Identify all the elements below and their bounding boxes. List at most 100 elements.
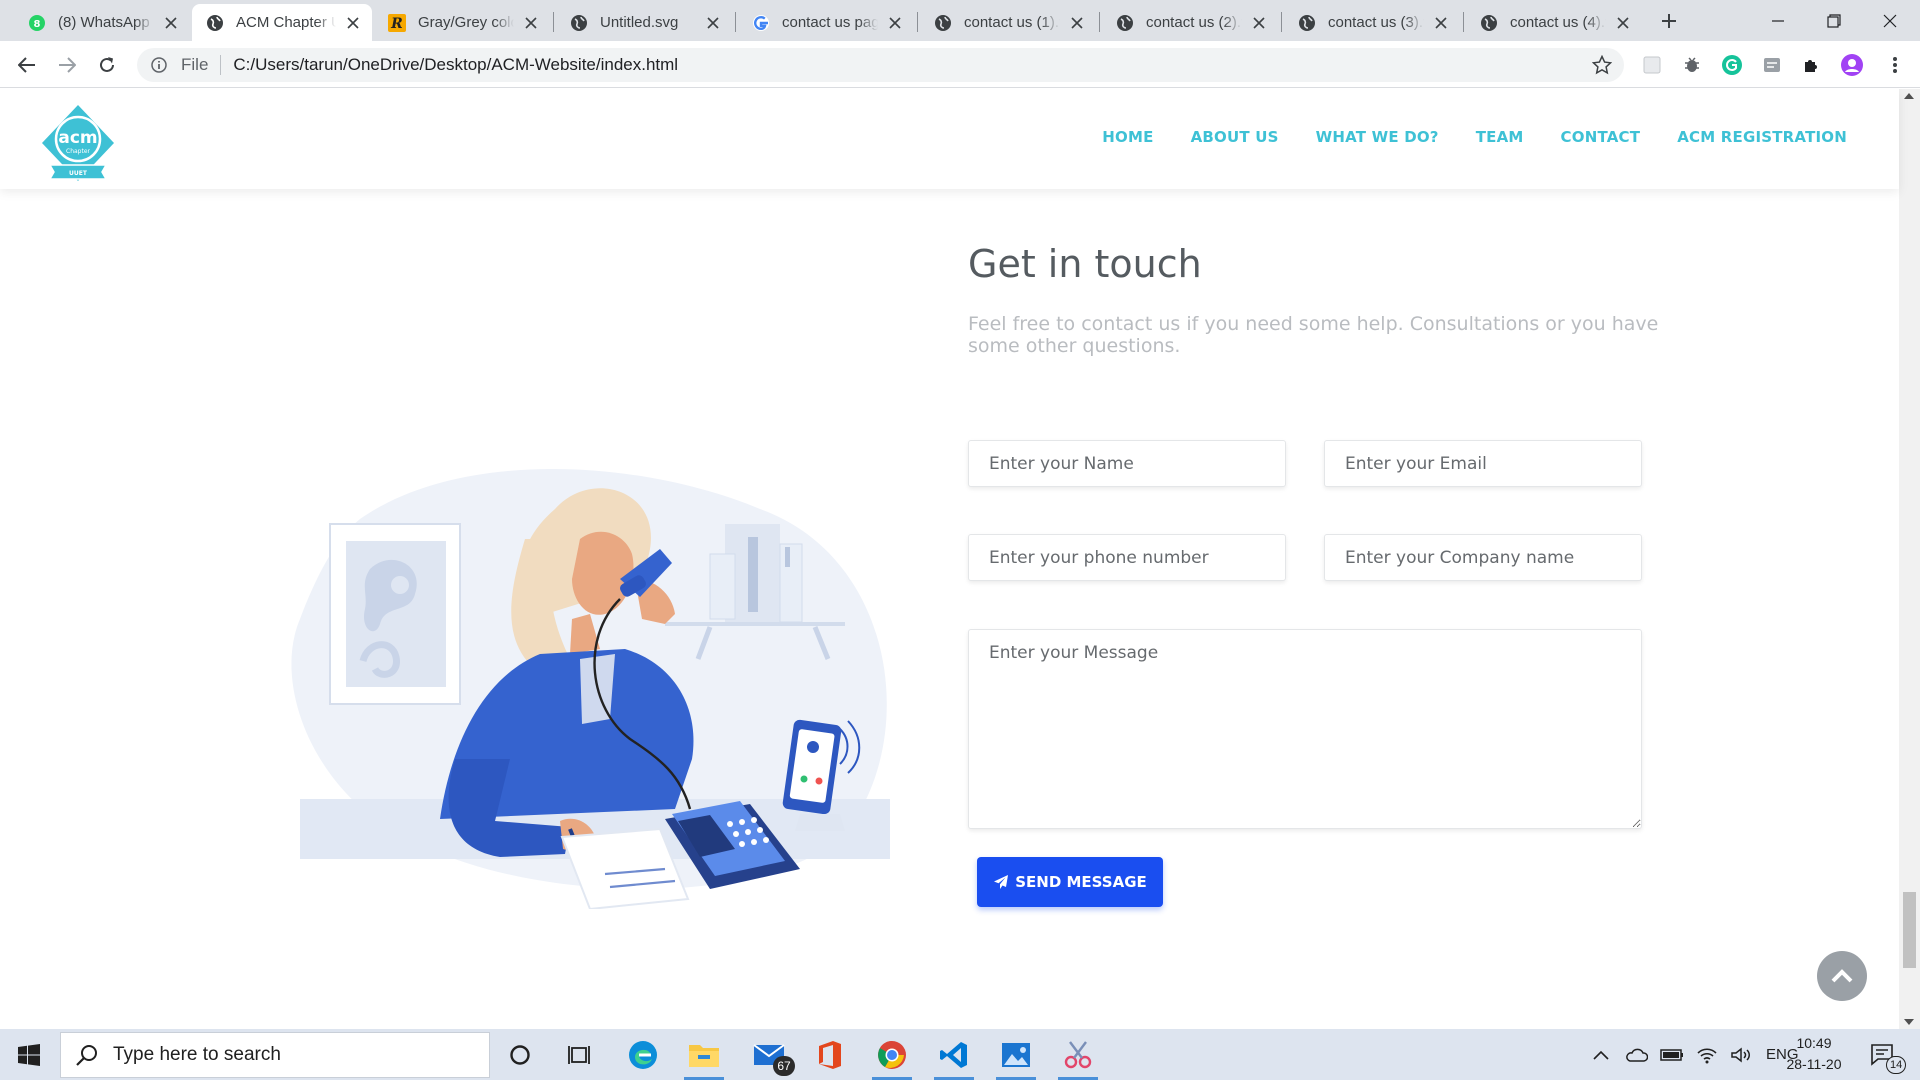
send-message-label: SEND MESSAGE <box>1015 873 1147 891</box>
extensions-puzzle-icon[interactable] <box>1800 53 1824 77</box>
cortana-circle-icon <box>510 1044 530 1065</box>
tab-acm-chapter[interactable]: ACM Chapter U <box>192 4 372 41</box>
globe-icon <box>206 14 224 32</box>
taskbar-vscode[interactable] <box>926 1032 982 1080</box>
omnibox-divider <box>220 55 222 75</box>
taskbar-photos[interactable] <box>988 1032 1044 1080</box>
name-input[interactable] <box>968 440 1286 487</box>
wifi-icon[interactable] <box>1696 1046 1718 1064</box>
logo-acm-text: acm <box>58 128 97 148</box>
restore-icon <box>1827 13 1841 28</box>
system-clock[interactable]: 10:49 28-11-20 <box>1778 1033 1850 1075</box>
taskbar-office[interactable] <box>802 1032 858 1077</box>
reload-button[interactable] <box>91 49 123 81</box>
nav-contact[interactable]: CONTACT <box>1561 128 1641 146</box>
message-textarea[interactable] <box>968 629 1642 829</box>
company-input[interactable] <box>1324 534 1642 581</box>
onedrive-cloud-icon[interactable] <box>1624 1047 1648 1063</box>
vertical-scrollbar[interactable] <box>1899 89 1920 1029</box>
logo-ribbon-text: UUET <box>69 170 88 177</box>
nav-acm-registration[interactable]: ACM REGISTRATION <box>1677 128 1847 146</box>
close-tab-icon[interactable] <box>1250 14 1268 32</box>
browser-menu-icon[interactable] <box>1883 53 1907 77</box>
tab-untitled-svg[interactable]: Untitled.svg <box>556 4 732 41</box>
volume-icon[interactable] <box>1730 1046 1752 1064</box>
cortana-button[interactable] <box>492 1032 548 1077</box>
svg-text:R: R <box>390 16 403 32</box>
phone-input[interactable] <box>968 534 1286 581</box>
taskbar-file-explorer[interactable] <box>676 1032 732 1080</box>
office-icon <box>819 1040 841 1069</box>
tab-contact-us-page[interactable]: contact us pag <box>738 4 914 41</box>
address-bar[interactable]: File C:/Users/tarun/OneDrive/Desktop/ACM… <box>137 48 1624 82</box>
taskbar-snipping-tool[interactable] <box>1050 1032 1106 1080</box>
extension-blank-icon[interactable] <box>1640 53 1664 77</box>
nav-team[interactable]: TEAM <box>1476 128 1524 146</box>
close-tab-icon[interactable] <box>886 14 904 32</box>
reader-extension-icon[interactable] <box>1760 53 1784 77</box>
edge-icon <box>629 1040 657 1069</box>
taskbar-mail[interactable]: 67 <box>742 1032 798 1077</box>
tab-title: contact us (3).v <box>1328 14 1424 31</box>
nav-about-us[interactable]: ABOUT US <box>1191 128 1279 146</box>
star-icon[interactable] <box>1592 55 1612 75</box>
info-icon[interactable] <box>149 55 169 75</box>
tab-whatsapp[interactable]: 8 (8) WhatsApp <box>14 4 190 41</box>
scrollbar-thumb[interactable] <box>1903 892 1916 968</box>
tab-contact-us-2[interactable]: contact us (2).v <box>1102 4 1278 41</box>
bug-extension-icon[interactable] <box>1680 53 1704 77</box>
battery-icon[interactable] <box>1660 1048 1684 1062</box>
reload-icon <box>100 57 114 72</box>
task-view-button[interactable] <box>552 1032 608 1077</box>
tab-contact-us-4[interactable]: contact us (4).v <box>1466 4 1642 41</box>
close-tab-icon[interactable] <box>1432 14 1450 32</box>
arrow-right-icon <box>59 57 76 73</box>
globe-icon <box>1116 14 1134 32</box>
email-input[interactable] <box>1324 440 1642 487</box>
tab-gray-grey[interactable]: R Gray/Grey colo <box>374 4 550 41</box>
nav-what-we-do[interactable]: WHAT WE DO? <box>1316 128 1439 146</box>
svg-text:8: 8 <box>34 19 41 30</box>
globe-icon <box>1298 14 1316 32</box>
new-tab-button[interactable] <box>1656 8 1682 34</box>
grammarly-icon[interactable] <box>1720 53 1744 77</box>
close-window-button[interactable] <box>1862 0 1918 41</box>
url-text: C:/Users/tarun/OneDrive/Desktop/ACM-Webs… <box>233 55 679 74</box>
close-tab-icon[interactable] <box>162 14 180 32</box>
close-tab-icon[interactable] <box>1614 14 1632 32</box>
site-header: acm Chapter UUET HOME ABOUT US WHAT WE D… <box>0 89 1899 189</box>
scheme-label: File <box>181 55 209 74</box>
tab-divider <box>1281 12 1282 32</box>
minimize-button[interactable] <box>1750 0 1806 41</box>
scroll-up-arrow-icon[interactable] <box>1904 93 1914 99</box>
taskbar-edge[interactable] <box>615 1032 671 1077</box>
page-viewport: acm Chapter UUET HOME ABOUT US WHAT WE D… <box>0 89 1920 1029</box>
contact-illustration <box>280 429 910 911</box>
tab-contact-us-3[interactable]: contact us (3).v <box>1284 4 1460 41</box>
close-tab-icon[interactable] <box>704 14 722 32</box>
close-tab-icon[interactable] <box>522 14 540 32</box>
scroll-down-arrow-icon[interactable] <box>1904 1019 1914 1025</box>
globe-icon <box>570 14 588 32</box>
forward-button[interactable] <box>51 49 83 81</box>
tab-title: ACM Chapter U <box>236 14 336 31</box>
browser-toolbar: File C:/Users/tarun/OneDrive/Desktop/ACM… <box>0 41 1920 88</box>
task-view-icon <box>568 1045 590 1064</box>
profile-avatar[interactable] <box>1840 53 1864 77</box>
taskbar-search-box[interactable]: Type here to search <box>60 1032 490 1078</box>
close-tab-icon[interactable] <box>344 14 362 32</box>
tab-contact-us-1[interactable]: contact us (1).v <box>920 4 1096 41</box>
action-center-button[interactable]: 14 <box>1858 1032 1908 1077</box>
chevron-up-icon[interactable] <box>1592 1048 1610 1062</box>
back-button[interactable] <box>11 49 43 81</box>
scroll-to-top-button[interactable] <box>1817 951 1867 1001</box>
start-button[interactable] <box>0 1029 58 1080</box>
send-message-button[interactable]: SEND MESSAGE <box>977 857 1163 907</box>
restore-button[interactable] <box>1806 0 1862 41</box>
nav-home[interactable]: HOME <box>1102 128 1153 146</box>
taskbar-chrome[interactable] <box>864 1032 920 1080</box>
minimize-icon <box>1772 19 1784 22</box>
acm-logo[interactable]: acm Chapter UUET <box>38 103 118 183</box>
close-tab-icon[interactable] <box>1068 14 1086 32</box>
close-icon <box>1883 14 1897 27</box>
